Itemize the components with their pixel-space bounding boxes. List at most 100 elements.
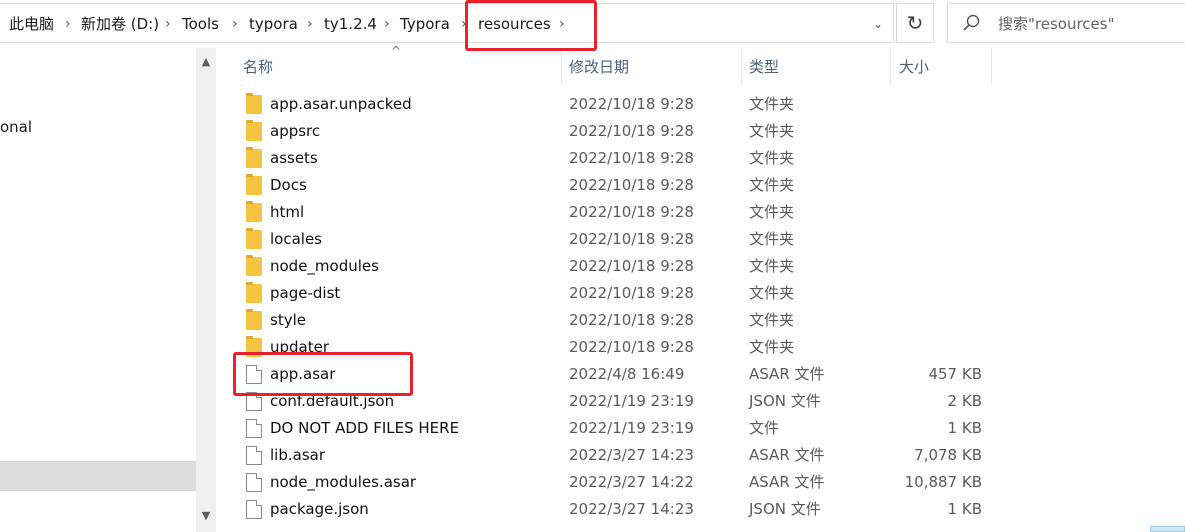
file-row[interactable]: Docs 2022/10/18 9:28 文件夹 [238, 172, 998, 199]
file-name: appsrc [270, 122, 321, 140]
search-input[interactable]: 搜索"resources" [998, 4, 1115, 44]
file-name: app.asar.unpacked [270, 95, 412, 113]
file-row[interactable]: node_modules.asar 2022/3/27 14:22 ASAR 文件 1… [238, 469, 998, 496]
file-icon [246, 419, 262, 438]
file-date-modified: 2022/10/18 9:28 [569, 257, 694, 275]
file-row[interactable]: app.asar.unpacked 2022/10/18 9:28 文件夹 [238, 91, 998, 118]
scroll-down-icon[interactable]: ▼ [196, 506, 216, 526]
folder-icon [246, 309, 262, 330]
file-type: 文件夹 [749, 257, 795, 275]
column-header-date[interactable]: 修改日期 [569, 48, 629, 86]
sort-ascending-icon: ^ [391, 44, 402, 58]
breadcrumb-ty124[interactable]: ty1.2.4 [324, 4, 377, 44]
file-row[interactable]: lib.asar 2022/3/27 14:23 ASAR 文件 7,078 KB [238, 442, 998, 469]
folder-icon [246, 93, 262, 114]
refresh-icon: ↻ [906, 11, 924, 35]
file-row[interactable]: appsrc 2022/10/18 9:28 文件夹 [238, 118, 998, 145]
file-name: page-dist [270, 284, 341, 302]
file-type: 文件夹 [749, 149, 795, 167]
breadcrumb-chevron-icon[interactable]: › [165, 4, 171, 44]
file-date-modified: 2022/4/8 16:49 [569, 365, 685, 383]
file-date-modified: 2022/10/18 9:28 [569, 284, 694, 302]
file-row[interactable]: package.json 2022/3/27 14:23 JSON 文件 1 KB [238, 496, 998, 523]
file-type: 文件夹 [749, 176, 795, 194]
column-divider[interactable] [890, 48, 891, 84]
folder-icon [246, 201, 262, 222]
breadcrumb-typora-app[interactable]: Typora [400, 4, 450, 44]
file-type: ASAR 文件 [749, 365, 825, 383]
breadcrumb-this-pc[interactable]: 此电脑 [9, 4, 54, 44]
file-row[interactable]: DO NOT ADD FILES HERE 2022/1/19 23:19 文件 1 … [238, 415, 998, 442]
breadcrumb-drive-d[interactable]: 新加卷 (D:) [81, 4, 159, 44]
breadcrumb-tools[interactable]: Tools [182, 4, 219, 44]
folder-icon [246, 255, 262, 276]
file-size: 7,078 KB [914, 446, 982, 464]
file-type: 文件 [749, 419, 780, 437]
column-header-name[interactable]: 名称 [243, 48, 273, 86]
file-date-modified: 2022/1/19 23:19 [569, 392, 694, 410]
file-type: 文件夹 [749, 284, 795, 302]
nav-item-label[interactable]: onal [0, 118, 32, 136]
breadcrumb-chevron-icon[interactable]: › [65, 4, 71, 44]
file-name: DO NOT ADD FILES HERE [270, 419, 460, 437]
file-type: JSON 文件 [749, 392, 821, 410]
navigation-pane [0, 48, 217, 532]
file-date-modified: 2022/10/18 9:28 [569, 149, 694, 167]
file-name: style [270, 311, 306, 329]
scroll-up-icon[interactable]: ▲ [196, 52, 216, 72]
file-row[interactable]: node_modules 2022/10/18 9:28 文件夹 [238, 253, 998, 280]
breadcrumb-typora[interactable]: typora [249, 4, 298, 44]
refresh-button[interactable]: ↻ [896, 3, 934, 43]
file-type: 文件夹 [749, 338, 795, 356]
file-list: app.asar.unpacked 2022/10/18 9:28 文件夹 appsr… [238, 91, 998, 523]
address-dropdown-icon[interactable]: ⌄ [866, 4, 890, 44]
file-date-modified: 2022/10/18 9:28 [569, 122, 694, 140]
column-divider[interactable] [741, 48, 742, 84]
file-type: 文件夹 [749, 203, 795, 221]
file-size: 457 KB [928, 365, 982, 383]
file-date-modified: 2022/10/18 9:28 [569, 95, 694, 113]
file-name: lib.asar [270, 446, 325, 464]
search-icon [963, 14, 980, 31]
file-date-modified: 2022/1/19 23:19 [569, 419, 694, 437]
file-size: 10,887 KB [904, 473, 982, 491]
column-header-size[interactable]: 大小 [899, 48, 929, 86]
file-type: ASAR 文件 [749, 446, 825, 464]
nav-scrollbar[interactable]: ▲ ▼ [196, 48, 216, 532]
file-name: html [270, 203, 305, 221]
file-icon [246, 473, 262, 492]
folder-icon [246, 282, 262, 303]
search-box[interactable]: 搜索"resources" [947, 3, 1185, 43]
file-name: node_modules.asar [270, 473, 417, 491]
highlight-box-app-asar [233, 352, 413, 396]
column-header-type[interactable]: 类型 [749, 48, 779, 86]
file-row[interactable]: html 2022/10/18 9:28 文件夹 [238, 199, 998, 226]
folder-icon [246, 120, 262, 141]
file-date-modified: 2022/3/27 14:23 [569, 500, 694, 518]
file-name: package.json [270, 500, 369, 518]
file-row[interactable]: locales 2022/10/18 9:28 文件夹 [238, 226, 998, 253]
folder-icon [246, 228, 262, 249]
column-divider[interactable] [991, 48, 992, 84]
file-type: 文件夹 [749, 122, 795, 140]
file-row[interactable]: style 2022/10/18 9:28 文件夹 [238, 307, 998, 334]
column-divider[interactable] [561, 48, 562, 84]
breadcrumb-chevron-icon[interactable]: › [307, 4, 313, 44]
file-date-modified: 2022/10/18 9:28 [569, 176, 694, 194]
file-date-modified: 2022/10/18 9:28 [569, 338, 694, 356]
breadcrumb-chevron-icon[interactable]: › [232, 4, 238, 44]
nav-item-selected[interactable] [0, 461, 196, 491]
file-type: 文件夹 [749, 95, 795, 113]
file-name: node_modules [270, 257, 379, 275]
file-date-modified: 2022/10/18 9:28 [569, 203, 694, 221]
file-icon [246, 446, 262, 465]
address-bar[interactable]: 此电脑 › 新加卷 (D:) › Tools › typora › ty1.2.… [0, 3, 894, 43]
resize-corner [1150, 526, 1185, 532]
file-size: 1 KB [947, 500, 982, 518]
breadcrumb-chevron-icon[interactable]: › [384, 4, 390, 44]
file-type: 文件夹 [749, 230, 795, 248]
file-row[interactable]: page-dist 2022/10/18 9:28 文件夹 [238, 280, 998, 307]
file-row[interactable]: assets 2022/10/18 9:28 文件夹 [238, 145, 998, 172]
file-type: ASAR 文件 [749, 473, 825, 491]
file-size: 1 KB [947, 419, 982, 437]
